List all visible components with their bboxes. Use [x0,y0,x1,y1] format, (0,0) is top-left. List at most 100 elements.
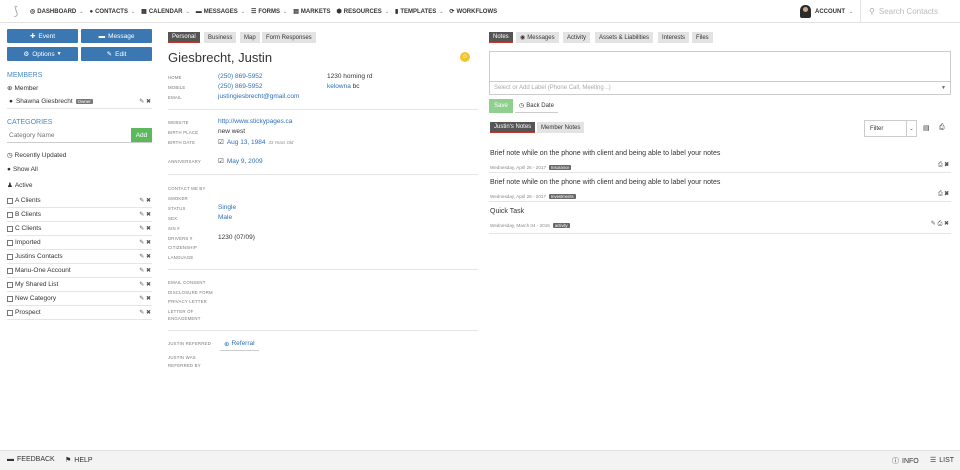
category-checkbox[interactable] [7,225,13,232]
list-button[interactable]: ☰ LIST [930,456,954,465]
tab-personal[interactable]: Personal [168,32,200,43]
edit-button[interactable]: ✎ Edit [81,47,152,61]
edit-icon[interactable]: ✎ [139,240,144,246]
event-button[interactable]: ✚ Event [7,29,78,43]
category-checkbox[interactable] [7,211,13,218]
category-row[interactable]: Manu-One Account ✎ ✖ [7,264,152,278]
nav-templates[interactable]: ▮ TEMPLATES ⌄ [395,8,443,16]
close-icon[interactable]: ✖ [944,162,949,168]
birth-date[interactable]: Aug 13, 1984 [227,139,266,146]
close-icon[interactable]: ✖ [146,254,151,260]
app-logo-icon[interactable]: ⟆ [9,4,23,18]
back-date-button[interactable]: ◷ Back Date [515,99,558,113]
edit-icon[interactable]: ✎ [139,296,144,302]
close-icon[interactable]: ✖ [146,310,151,316]
close-icon[interactable]: ✖ [146,198,151,204]
address-city[interactable]: kelowna [327,83,351,90]
list-view-icon[interactable]: ▤ [923,124,930,132]
tab-activity[interactable]: Activity [563,32,591,43]
category-row[interactable]: Prospect ✎ ✖ [7,306,152,320]
close-icon[interactable]: ✖ [146,268,151,274]
filter-select[interactable]: Filter ⌄ [864,120,917,137]
search-input[interactable] [878,7,960,16]
label-select[interactable]: Select or Add Label (Phone Call, Meeting… [489,82,951,95]
print-icon[interactable]: ⎙ [939,124,945,132]
nav-markets[interactable]: ▤ MARKETS [293,8,330,16]
close-icon[interactable]: ✖ [146,212,151,218]
edit-icon[interactable]: ✎ [139,254,144,260]
category-name-input[interactable] [7,129,129,141]
edit-icon[interactable]: ✎ [139,212,144,218]
edit-icon[interactable]: ✎ [139,198,144,204]
edit-icon[interactable]: ✎ [139,282,144,288]
category-row[interactable]: Justins Contacts ✎ ✖ [7,250,152,264]
edit-icon[interactable]: ✎ [139,310,144,316]
category-row[interactable]: New Category ✎ ✖ [7,292,152,306]
note-textarea[interactable] [489,51,951,82]
nav-forms[interactable]: ☰ FORMS ⌄ [251,8,287,16]
nav-dashboard[interactable]: ◎ DASHBOARD ⌄ [30,8,83,16]
mobile-phone[interactable]: (250) 869-5952 [218,83,262,90]
close-icon[interactable]: ✖ [146,240,151,246]
close-icon[interactable]: ✖ [146,282,151,288]
nav-resources[interactable]: ⬢ RESOURCES ⌄ [337,8,389,16]
nav-messages[interactable]: ▬ MESSAGES ⌄ [196,9,245,15]
nav-calendar[interactable]: ▦ CALENDAR ⌄ [141,8,190,16]
add-category-button[interactable]: Add [131,128,152,142]
close-icon[interactable]: ✖ [944,191,949,197]
category-row[interactable]: C Clients ✎ ✖ [7,222,152,236]
home-phone[interactable]: (250) 869-5952 [218,73,262,80]
category-checkbox[interactable] [7,281,13,288]
subtab-justins-notes[interactable]: Justin's Notes [490,122,536,133]
website-link[interactable]: http://www.stickypages.ca [218,118,292,125]
status-value[interactable]: Single [218,204,236,211]
recently-updated-link[interactable]: ◷ Recently Updated [7,151,66,160]
close-icon[interactable]: ✖ [944,221,949,227]
tab-messages[interactable]: ◉ Messages [516,32,559,43]
active-link[interactable]: ♟ Active [7,181,33,190]
help-button[interactable]: ⚑ HELP [65,456,93,465]
show-all-link[interactable]: ● Show All [7,166,38,173]
tab-form-responses[interactable]: Form Responses [262,32,316,43]
nav-contacts[interactable]: ● CONTACTS ⌄ [89,9,135,15]
category-checkbox[interactable] [7,253,13,260]
info-button[interactable]: ⓘ INFO [892,456,919,466]
print-icon[interactable]: ⎙ [937,221,942,227]
feedback-button[interactable]: ▬ FEEDBACK [7,456,55,463]
edit-icon[interactable]: ✎ [931,221,936,227]
close-icon[interactable]: ✖ [146,99,151,105]
tab-notes[interactable]: Notes [489,32,513,43]
category-checkbox[interactable] [7,309,13,316]
category-row[interactable]: My Shared List ✎ ✖ [7,278,152,292]
edit-icon[interactable]: ✎ [139,268,144,274]
nav-workflows[interactable]: ⟳ WORKFLOWS [449,8,497,16]
edit-icon[interactable]: ✎ [139,226,144,232]
close-icon[interactable]: ✖ [146,226,151,232]
tab-map[interactable]: Map [240,32,260,43]
options-button[interactable]: ⚙ Options ▼ [7,47,78,61]
message-button[interactable]: ▬ Message [81,29,152,43]
email-link[interactable]: justingiesbrecht@gmail.com [218,93,299,100]
add-member-link[interactable]: ⊕ Member [7,84,38,93]
category-row[interactable]: A Clients ✎ ✖ [7,194,152,208]
category-checkbox[interactable] [7,295,13,302]
close-icon[interactable]: ✖ [146,296,151,302]
subtab-member-notes[interactable]: Member Notes [537,122,585,133]
tab-files[interactable]: Files [692,32,713,43]
edit-icon[interactable]: ✎ [139,99,144,105]
category-checkbox[interactable] [7,267,13,274]
print-icon[interactable]: ⎙ [938,191,943,197]
category-row[interactable]: B Clients ✎ ✖ [7,208,152,222]
tab-interests[interactable]: Interests [658,32,690,43]
anniversary-date[interactable]: May 9, 2009 [227,158,263,165]
tab-assets-liabilities[interactable]: Assets & Liabilities [595,32,654,43]
account-menu[interactable]: ACCOUNT ⌄ [800,3,853,20]
category-row[interactable]: Imported ✎ ✖ [7,236,152,250]
tab-business[interactable]: Business [204,32,237,43]
sex-value[interactable]: Male [218,214,232,221]
category-checkbox[interactable] [7,239,13,246]
print-icon[interactable]: ⎙ [938,162,943,168]
profile-badge-icon[interactable]: ☺ [460,52,470,62]
save-button[interactable]: Save [489,99,513,113]
category-checkbox[interactable] [7,197,13,204]
